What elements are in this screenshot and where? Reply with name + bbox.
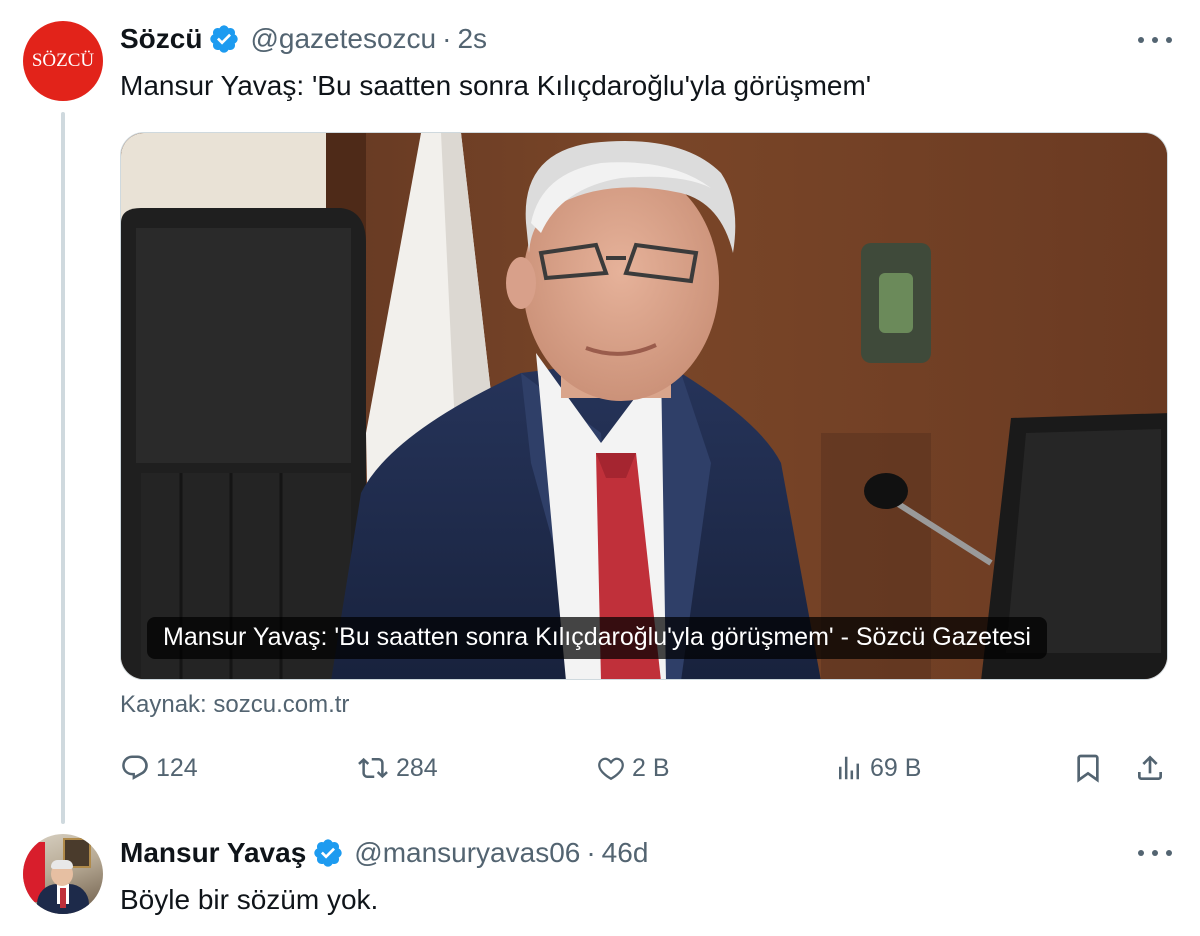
handle[interactable]: @gazetesozcu — [250, 22, 436, 56]
share-button[interactable] — [1134, 746, 1166, 790]
share-icon — [1138, 755, 1162, 780]
retweet-button[interactable]: 284 — [356, 746, 438, 790]
tie-shape — [60, 888, 66, 908]
timestamp[interactable]: 46d — [602, 836, 649, 870]
retweet-count: 284 — [396, 753, 438, 782]
reply-icon — [122, 755, 148, 780]
link-preview-card[interactable]: Mansur Yavaş: 'Bu saatten sonra Kılıçdar… — [120, 132, 1168, 680]
thread-connector-line — [61, 112, 65, 824]
display-name[interactable]: Sözcü — [120, 22, 202, 56]
card-image — [121, 133, 1167, 679]
tweet-text: Böyle bir sözüm yok. — [120, 884, 379, 915]
reply-button[interactable]: 124 — [120, 746, 198, 790]
views-count: 69 B — [870, 753, 922, 782]
more-icon[interactable] — [1138, 30, 1172, 50]
tweet-header: Sözcü @gazetesozcu · 2s — [120, 22, 487, 56]
display-name[interactable]: Mansur Yavaş — [120, 836, 306, 870]
bookmark-button[interactable] — [1072, 746, 1104, 790]
tweet-header: Mansur Yavaş @mansuryavas06 · 46d — [120, 836, 648, 870]
verified-badge-icon — [210, 25, 239, 53]
more-icon[interactable] — [1138, 843, 1172, 863]
views-button[interactable]: 69 B — [834, 746, 921, 790]
sozcu-avatar[interactable]: SÖZCÜ — [23, 21, 103, 101]
views-icon — [839, 756, 859, 780]
like-count: 2 B — [632, 753, 670, 782]
card-source[interactable]: Kaynak: sozcu.com.tr — [120, 690, 349, 720]
mansur-yavas-avatar[interactable] — [23, 834, 103, 914]
retweet-icon — [358, 757, 388, 779]
tweet-text: Mansur Yavaş: 'Bu saatten sonra Kılıçdar… — [120, 70, 872, 101]
card-caption: Mansur Yavaş: 'Bu saatten sonra Kılıçdar… — [147, 617, 1047, 659]
hair-shape — [51, 860, 73, 869]
handle[interactable]: @mansuryavas06 — [354, 836, 580, 870]
verified-badge-icon — [314, 839, 342, 867]
bookmark-icon — [1077, 754, 1099, 783]
like-icon — [598, 757, 624, 781]
sozcu-logo-text: SÖZCÜ — [31, 50, 95, 71]
separator: · — [586, 837, 596, 868]
reply-count: 124 — [156, 753, 198, 782]
timestamp[interactable]: 2s — [457, 22, 487, 56]
like-button[interactable]: 2 B — [596, 746, 670, 790]
separator: · — [442, 23, 452, 54]
